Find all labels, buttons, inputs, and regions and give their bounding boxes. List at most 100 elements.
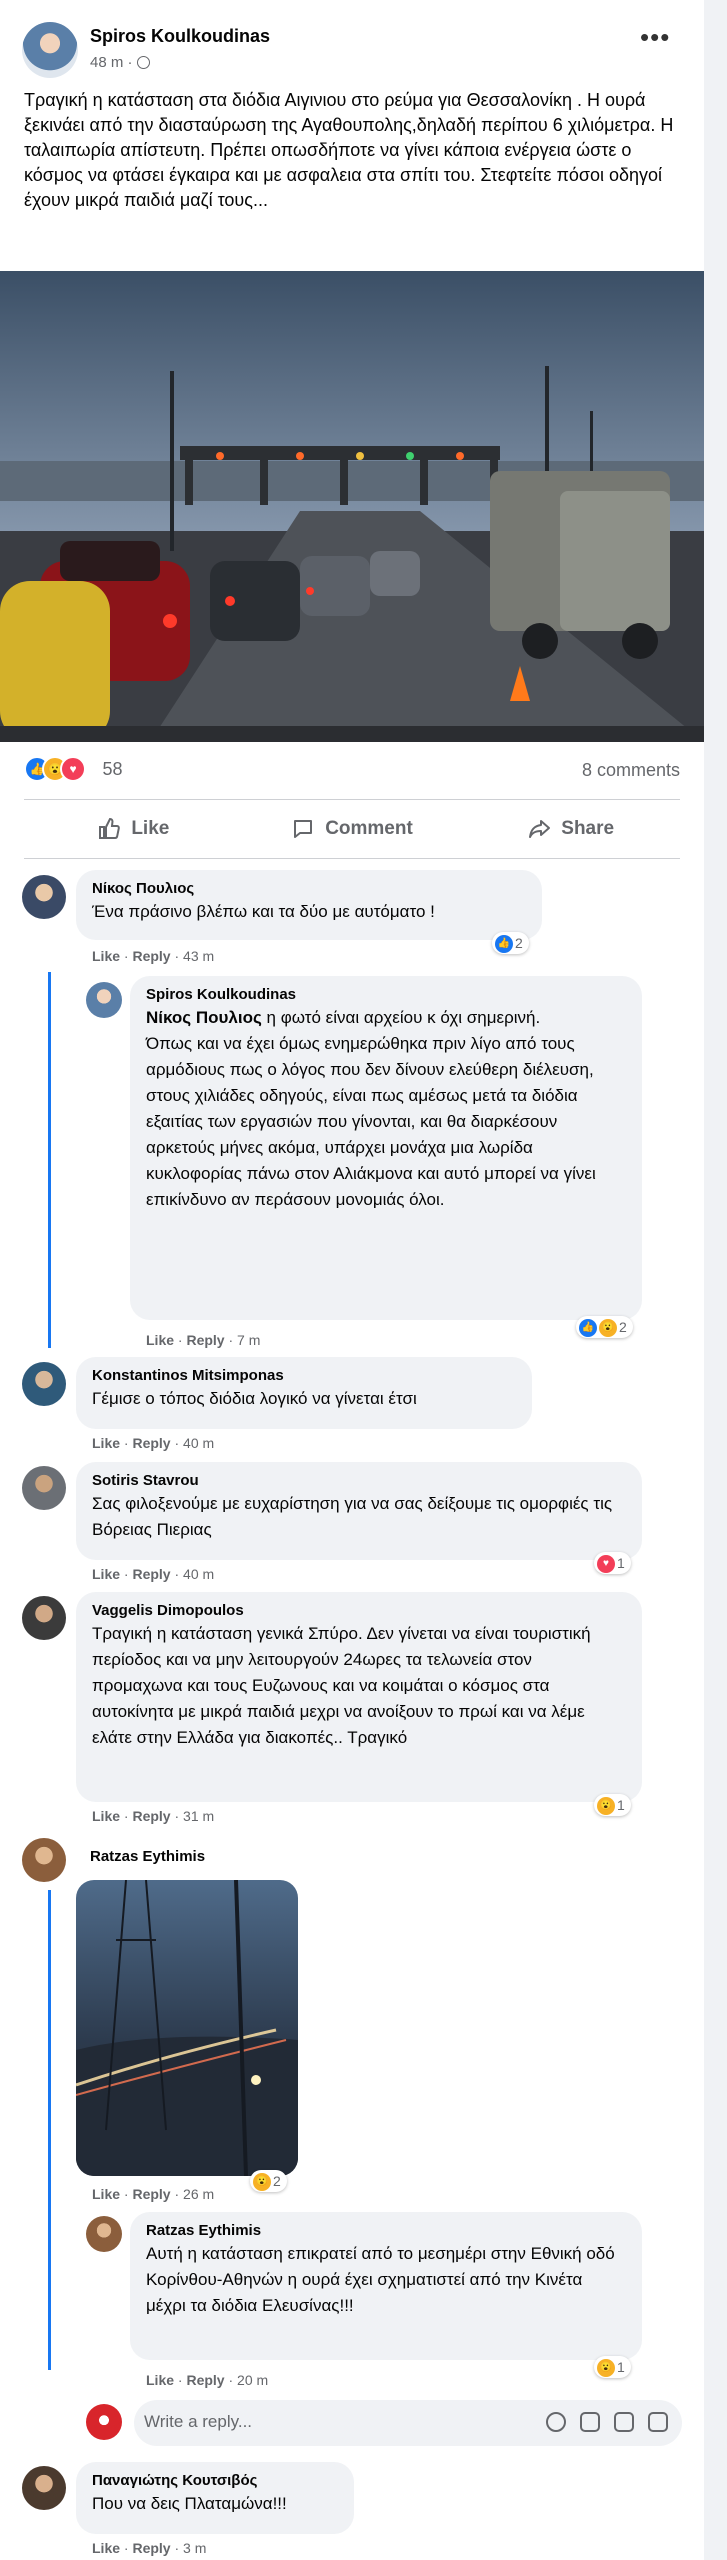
comment-reply-link[interactable]: Reply <box>132 2186 170 2202</box>
comment-time[interactable]: 20 m <box>237 2372 268 2388</box>
like-button[interactable]: Like <box>24 800 243 858</box>
author-avatar[interactable] <box>22 22 78 78</box>
comment-like-link[interactable]: Like <box>92 1808 120 1824</box>
comment-text: Αυτή η κατάσταση επικρατεί από το μεσημέ… <box>146 2244 615 2315</box>
reply-placeholder[interactable]: Write a reply... <box>144 2412 252 2432</box>
comment-photo[interactable] <box>76 1880 298 2176</box>
comment-reply-link[interactable]: Reply <box>132 1566 170 1582</box>
comment-author[interactable]: Spiros Koulkoudinas <box>146 986 626 1003</box>
post-time[interactable]: 48 m <box>90 54 123 71</box>
comment-author[interactable]: Νίκος Πουλιος <box>92 880 526 897</box>
separator: · <box>170 948 184 964</box>
like-icon: 👍 <box>579 1319 597 1338</box>
comment-reply-link[interactable]: Reply <box>132 1435 170 1451</box>
share-icon <box>529 820 551 838</box>
comment-author[interactable]: Sotiris Stavrou <box>92 1472 626 1489</box>
comments-count[interactable]: 8 comments <box>582 760 680 781</box>
reply-composer: Write a reply... <box>82 2400 682 2446</box>
comment-time[interactable]: 40 m <box>183 1435 214 1451</box>
reply-thread-line <box>48 1890 51 2370</box>
comment-button[interactable]: Comment <box>243 800 462 858</box>
comment-like-link[interactable]: Like <box>92 948 120 964</box>
comment-like-link[interactable]: Like <box>92 1435 120 1451</box>
avatar[interactable] <box>22 875 66 919</box>
comment-reactions[interactable]: 👍 2 <box>492 932 529 954</box>
avatar[interactable] <box>22 1362 66 1406</box>
separator: · <box>170 2186 184 2202</box>
avatar[interactable] <box>22 1596 66 1640</box>
comment-like-link[interactable]: Like <box>92 2540 120 2556</box>
wow-icon: 😮 <box>597 1797 615 1816</box>
comment-reply-link[interactable]: Reply <box>186 2372 224 2388</box>
night-highway-photo <box>76 1880 298 2176</box>
comment-meta: Like · Reply · 40 m <box>92 1435 214 1451</box>
wow-icon: 😮 <box>597 2359 615 2378</box>
camera-icon[interactable] <box>580 2412 600 2432</box>
share-label: Share <box>561 818 615 839</box>
avatar[interactable] <box>22 1838 66 1882</box>
comment-like-link[interactable]: Like <box>146 1332 174 1348</box>
toll-booth-photo <box>0 271 704 742</box>
comment-meta: Like · Reply · 7 m <box>146 1332 260 1348</box>
separator: · <box>120 2186 133 2202</box>
comment-bubble: Vaggelis Dimopoulos Τραγική η κατάσταση … <box>76 1592 642 1802</box>
post-meta: 48 m · <box>90 54 150 71</box>
separator: · <box>120 2540 133 2556</box>
post-author[interactable]: Spiros Koulkoudinas <box>90 26 270 47</box>
reaction-count: 58 <box>102 758 123 779</box>
mention-tag[interactable]: Νίκος Πουλιος <box>146 1008 262 1027</box>
comment-time[interactable]: 3 m <box>183 2540 206 2556</box>
comment-reply-link[interactable]: Reply <box>132 2540 170 2556</box>
comment-reactions[interactable]: ♥ 1 <box>594 1552 631 1574</box>
comment-time[interactable]: 40 m <box>183 1566 214 1582</box>
avatar[interactable] <box>22 2466 66 2510</box>
gif-icon[interactable] <box>614 2412 634 2432</box>
comment-reply-link[interactable]: Reply <box>132 1808 170 1824</box>
comment-reply-link[interactable]: Reply <box>132 948 170 964</box>
comment-text: Γέμισε ο τόπος διόδια λογικό να γίνεται … <box>92 1389 417 1408</box>
reaction-count: 1 <box>617 1797 625 1813</box>
comment-time[interactable]: 43 m <box>183 948 214 964</box>
post-photo[interactable] <box>0 271 704 742</box>
comment-reply-link[interactable]: Reply <box>186 1332 224 1348</box>
comment-author[interactable]: Vaggelis Dimopoulos <box>92 1602 626 1619</box>
comment-author[interactable]: Konstantinos Mitsimponas <box>92 1367 516 1384</box>
reply-tools <box>546 2412 668 2432</box>
sticker-icon[interactable] <box>648 2412 668 2432</box>
comment-like-link[interactable]: Like <box>92 1566 120 1582</box>
comment-text: Ένα πράσινο βλέπω και τα δύο με αυτόματο… <box>92 902 435 921</box>
avatar[interactable] <box>86 2216 122 2252</box>
comment-reactions[interactable]: 😮 2 <box>250 2170 287 2192</box>
comment-author[interactable]: Παναγιώτης Κουτσιβός <box>92 2472 338 2489</box>
avatar[interactable] <box>86 2404 122 2440</box>
comment-meta: Like · Reply · 43 m <box>92 948 214 964</box>
comment-label: Comment <box>325 818 413 839</box>
comment-time[interactable]: 7 m <box>237 1332 260 1348</box>
comment-text: Τραγική η κατάσταση γενικά Σπύρο. Δεν γί… <box>92 1624 591 1747</box>
comment-like-link[interactable]: Like <box>92 2186 120 2202</box>
separator: · <box>224 2372 238 2388</box>
comment-time[interactable]: 31 m <box>183 1808 214 1824</box>
post-text: Τραγική η κατάσταση στα διόδια Αιγινιου … <box>24 90 674 210</box>
reaction-summary[interactable]: 👍 😮 ♥ 58 <box>24 756 122 786</box>
share-button[interactable]: Share <box>461 800 680 858</box>
avatar[interactable] <box>86 982 122 1018</box>
comment-meta: Like · Reply · 26 m <box>92 2186 214 2202</box>
reaction-count: 2 <box>273 2173 281 2189</box>
comment-reactions[interactable]: 😮 1 <box>594 1794 631 1816</box>
comment-bubble: Spiros Koulkoudinas Νίκος Πουλιος η φωτό… <box>130 976 642 1320</box>
comment-time[interactable]: 26 m <box>183 2186 214 2202</box>
love-icon: ♥ <box>60 756 86 782</box>
comment-author[interactable]: Ratzas Eythimis <box>146 2222 626 2239</box>
comment-like-link[interactable]: Like <box>146 2372 174 2388</box>
comment-reactions[interactable]: 😮 1 <box>594 2356 631 2378</box>
comment-bubble: Konstantinos Mitsimponas Γέμισε ο τόπος … <box>76 1357 532 1429</box>
separator: · <box>170 2540 184 2556</box>
emoji-icon[interactable] <box>546 2412 566 2432</box>
comment-author[interactable]: Ratzas Eythimis <box>90 1848 205 1865</box>
comment-reactions[interactable]: 👍 😮 2 <box>576 1316 633 1338</box>
avatar[interactable] <box>22 1466 66 1510</box>
more-options-button[interactable]: ••• <box>640 24 670 50</box>
wow-icon: 😮 <box>599 1319 617 1338</box>
comment-text: Σας φιλοξενούμε με ευχαρίστηση για να σα… <box>92 1494 613 1539</box>
